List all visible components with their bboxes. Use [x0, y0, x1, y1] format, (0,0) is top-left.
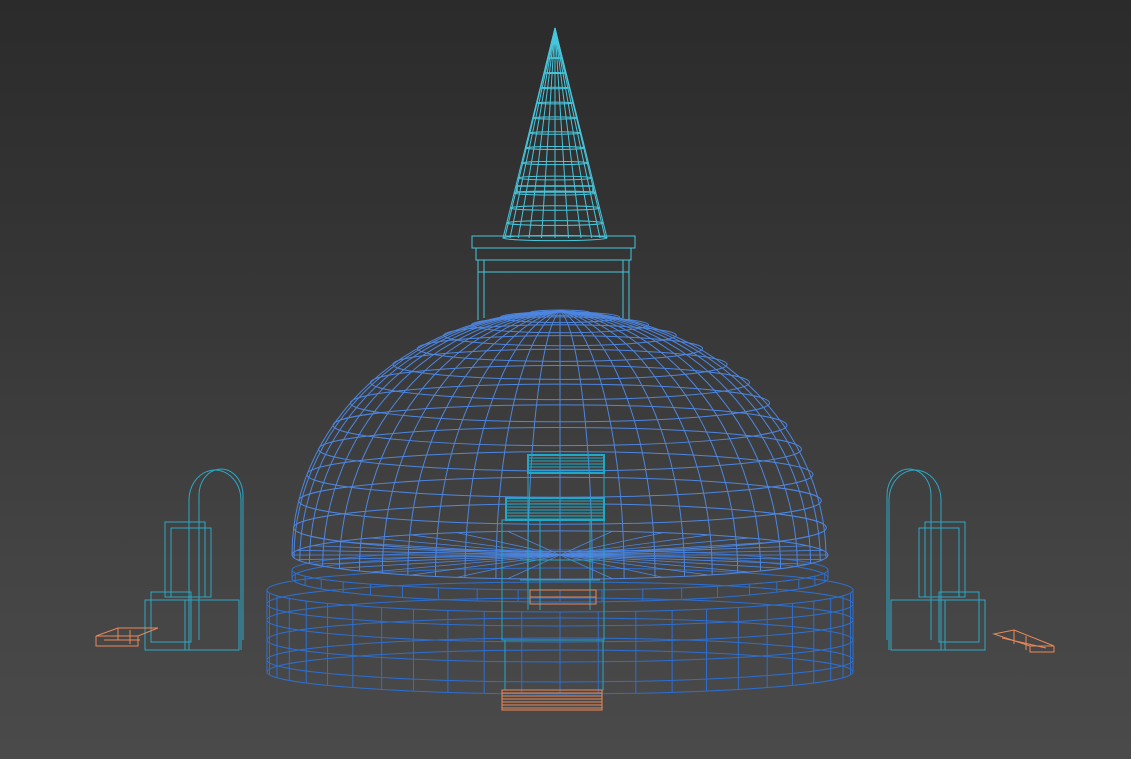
stairway[interactable] [501, 454, 605, 691]
harmika[interactable] [471, 235, 636, 320]
left-shrine[interactable] [144, 468, 244, 651]
3d-viewport[interactable] [0, 0, 1131, 759]
dome[interactable] [291, 309, 829, 580]
spire[interactable] [502, 27, 608, 242]
left-steps[interactable] [95, 627, 159, 647]
wireframe-scene[interactable] [0, 0, 1131, 759]
right-shrine[interactable] [886, 468, 986, 651]
right-steps[interactable] [992, 629, 1055, 653]
